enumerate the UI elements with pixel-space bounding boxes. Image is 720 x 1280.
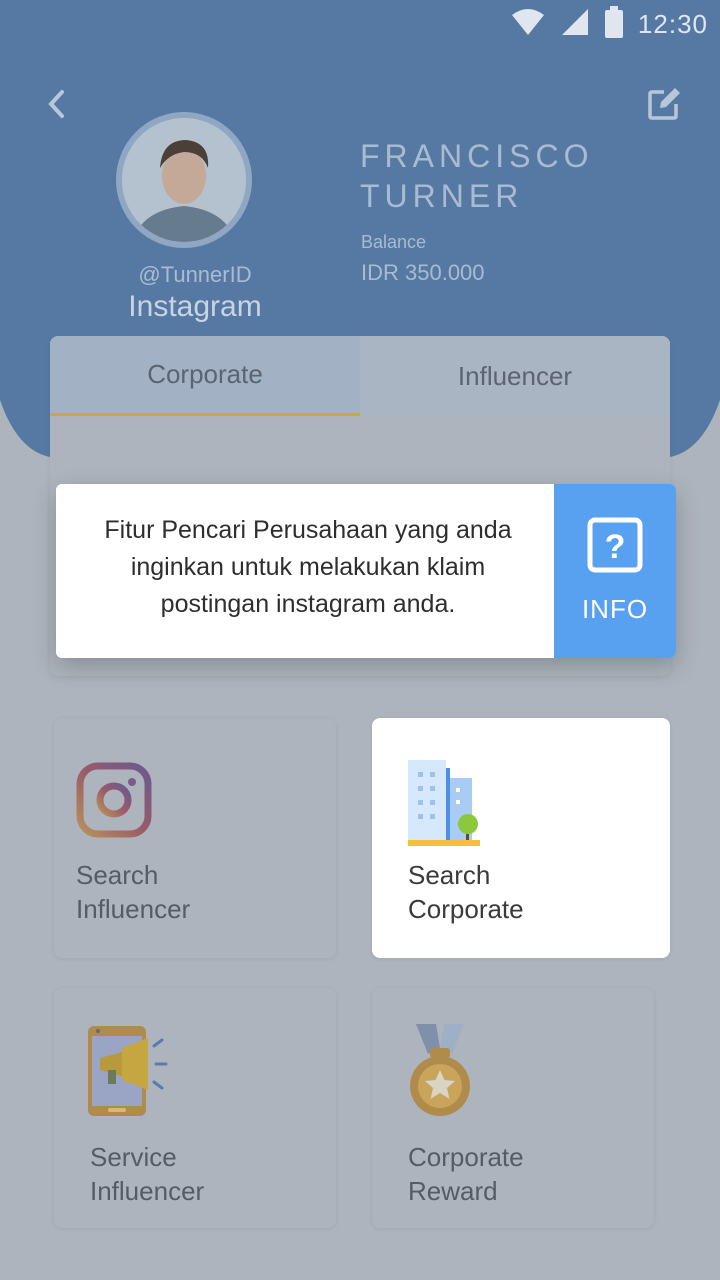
balance-value: IDR 350.000 <box>361 260 485 285</box>
search-influencer-tile[interactable]: Search Influencer <box>54 718 336 958</box>
building-icon <box>408 760 484 851</box>
edit-profile-button[interactable] <box>644 86 684 126</box>
tooltip-text: Fitur Pencari Perusahaan yang anda ingin… <box>104 516 512 618</box>
status-time: 12:30 <box>637 9 708 39</box>
profile-name: FRANCISCO TURNER <box>360 138 594 214</box>
info-tooltip: Fitur Pencari Perusahaan yang anda ingin… <box>56 484 676 658</box>
balance-label: Balance <box>361 232 427 252</box>
status-bar: 12:30 <box>0 0 720 48</box>
corporate-reward-tile[interactable]: Corporate Reward <box>372 988 654 1228</box>
instagram-icon <box>76 762 152 843</box>
tile-label: Search Influencer <box>76 860 191 924</box>
tile-label: Corporate Reward <box>408 1142 524 1206</box>
signal-icon <box>560 7 590 42</box>
tile-label: Search Corporate <box>408 860 524 924</box>
wifi-icon <box>510 7 546 42</box>
avatar[interactable] <box>116 112 252 248</box>
battery-icon <box>604 6 624 43</box>
service-influencer-tile[interactable]: Service Influencer <box>54 988 336 1228</box>
medal-icon <box>408 1024 472 1125</box>
svg-text:?: ? <box>605 528 626 566</box>
tab-corporate[interactable]: Corporate <box>50 336 360 416</box>
question-icon: ? <box>587 517 643 578</box>
tab-bar: Corporate Influencer <box>50 336 670 416</box>
profile-handle: @TunnerID <box>138 262 252 287</box>
info-label: INFO <box>581 594 649 624</box>
tab-influencer[interactable]: Influencer <box>360 336 670 416</box>
tile-label: Service Influencer <box>90 1142 205 1206</box>
profile-platform: Instagram <box>128 290 262 323</box>
megaphone-icon <box>86 1024 170 1125</box>
back-button[interactable] <box>38 88 74 124</box>
search-corporate-tile[interactable]: Search Corporate <box>372 718 670 958</box>
edit-icon <box>646 86 682 127</box>
info-button[interactable]: ? INFO <box>554 484 676 658</box>
chevron-left-icon <box>46 89 66 124</box>
